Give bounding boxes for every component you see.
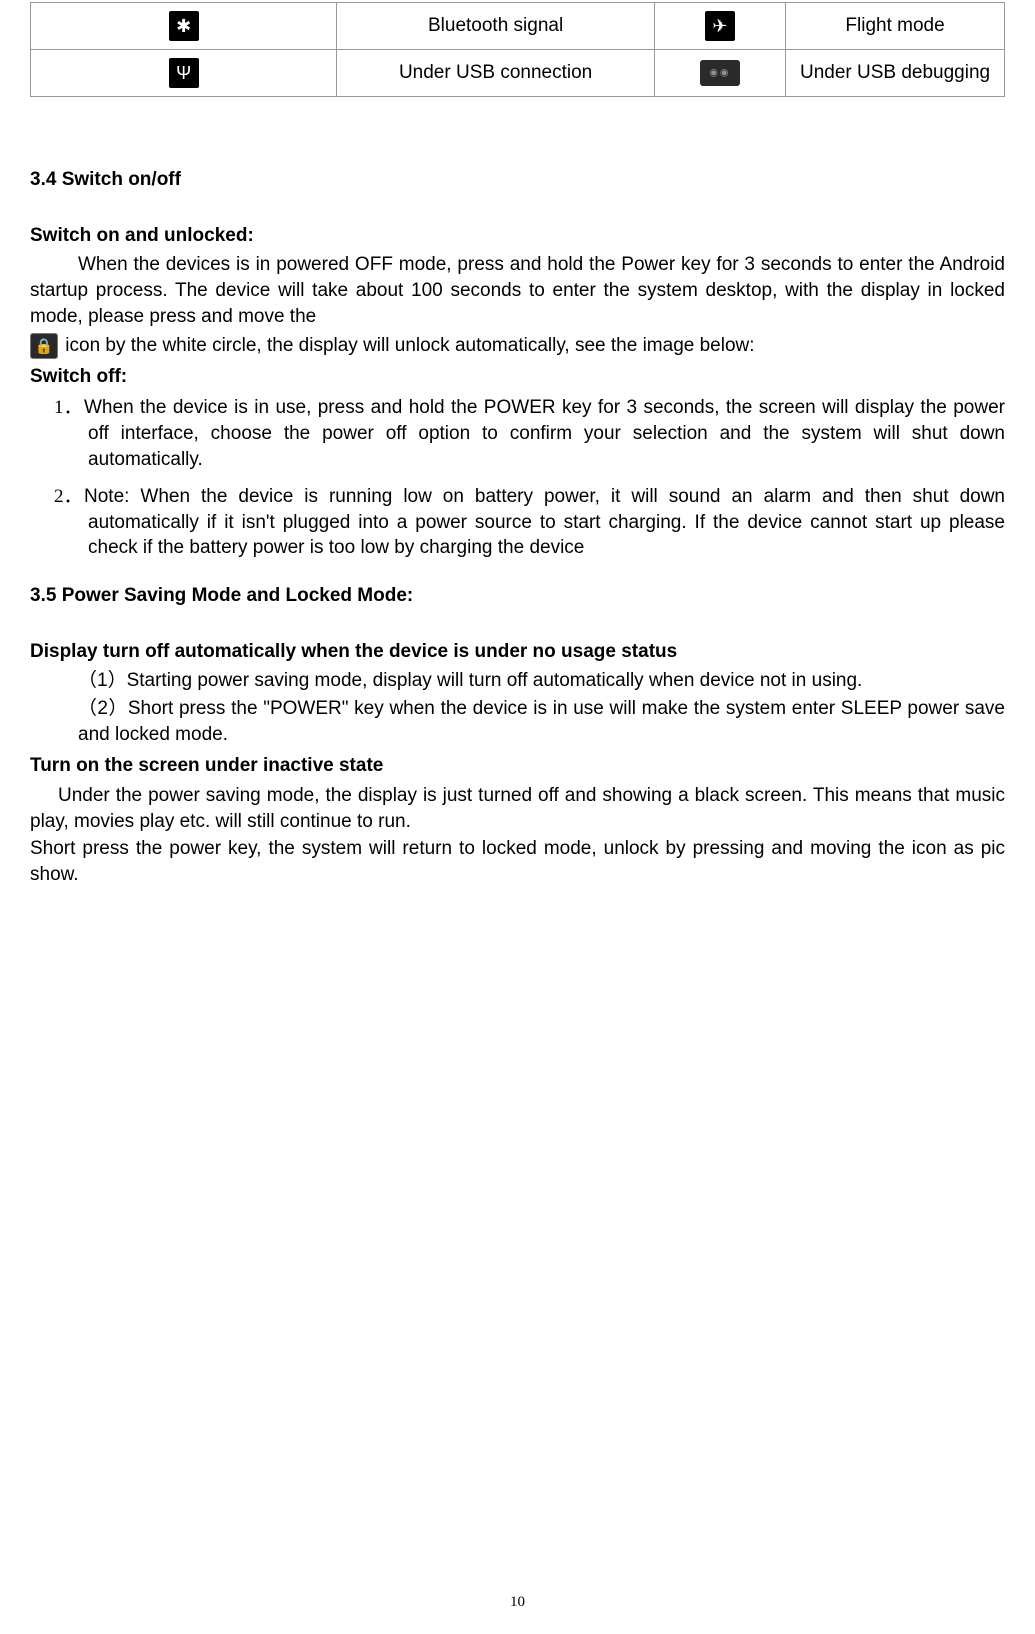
paragraph-numbered: （1）Starting power saving mode, display w…	[78, 668, 1005, 694]
list-text: Note: When the device is running low on …	[84, 486, 1005, 558]
page-number: 10	[510, 1592, 525, 1612]
subheading-display-turnoff: Display turn off automatically when the …	[30, 639, 1005, 665]
subheading-switch-off: Switch off:	[30, 364, 1005, 390]
list-text: When the device is in use, press and hol…	[84, 397, 1005, 469]
ordered-list: 1．When the device is in use, press and h…	[88, 395, 1005, 561]
paragraph: Short press the power key, the system wi…	[30, 836, 1005, 887]
status-icon-table: ✱ Bluetooth signal ✈ Flight mode Ψ Under…	[30, 2, 1005, 97]
list-number: 1．	[54, 395, 84, 421]
subheading-turn-on-screen: Turn on the screen under inactive state	[30, 753, 1005, 779]
icon-label: Flight mode	[786, 3, 1005, 50]
paragraph-numbered: （2）Short press the "POWER" key when the …	[78, 696, 1005, 747]
lock-icon: 🔒	[30, 333, 58, 359]
icon-label: Under USB connection	[337, 50, 654, 97]
list-item: 2．Note: When the device is running low o…	[88, 484, 1005, 561]
android-icon	[700, 60, 740, 86]
section-heading-35: 3.5 Power Saving Mode and Locked Mode:	[30, 583, 1005, 609]
bluetooth-icon: ✱	[169, 11, 199, 41]
icon-label: Under USB debugging	[786, 50, 1005, 97]
list-item: 1．When the device is in use, press and h…	[88, 395, 1005, 472]
icon-label: Bluetooth signal	[337, 3, 654, 50]
section-heading-34: 3.4 Switch on/off	[30, 167, 1005, 193]
subheading-switch-on-unlocked: Switch on and unlocked:	[30, 223, 1005, 249]
paragraph: 🔒 icon by the white circle, the display …	[30, 331, 1005, 361]
paragraph-continued: icon by the white circle, the display wi…	[60, 335, 755, 356]
airplane-icon: ✈	[705, 11, 735, 41]
paragraph: When the devices is in powered OFF mode,…	[30, 252, 1005, 329]
table-row: ✱ Bluetooth signal ✈ Flight mode	[31, 3, 1005, 50]
usb-icon: Ψ	[169, 58, 199, 88]
paragraph: Under the power saving mode, the display…	[30, 783, 1005, 834]
list-number: 2．	[54, 484, 84, 510]
table-row: Ψ Under USB connection Under USB debuggi…	[31, 50, 1005, 97]
